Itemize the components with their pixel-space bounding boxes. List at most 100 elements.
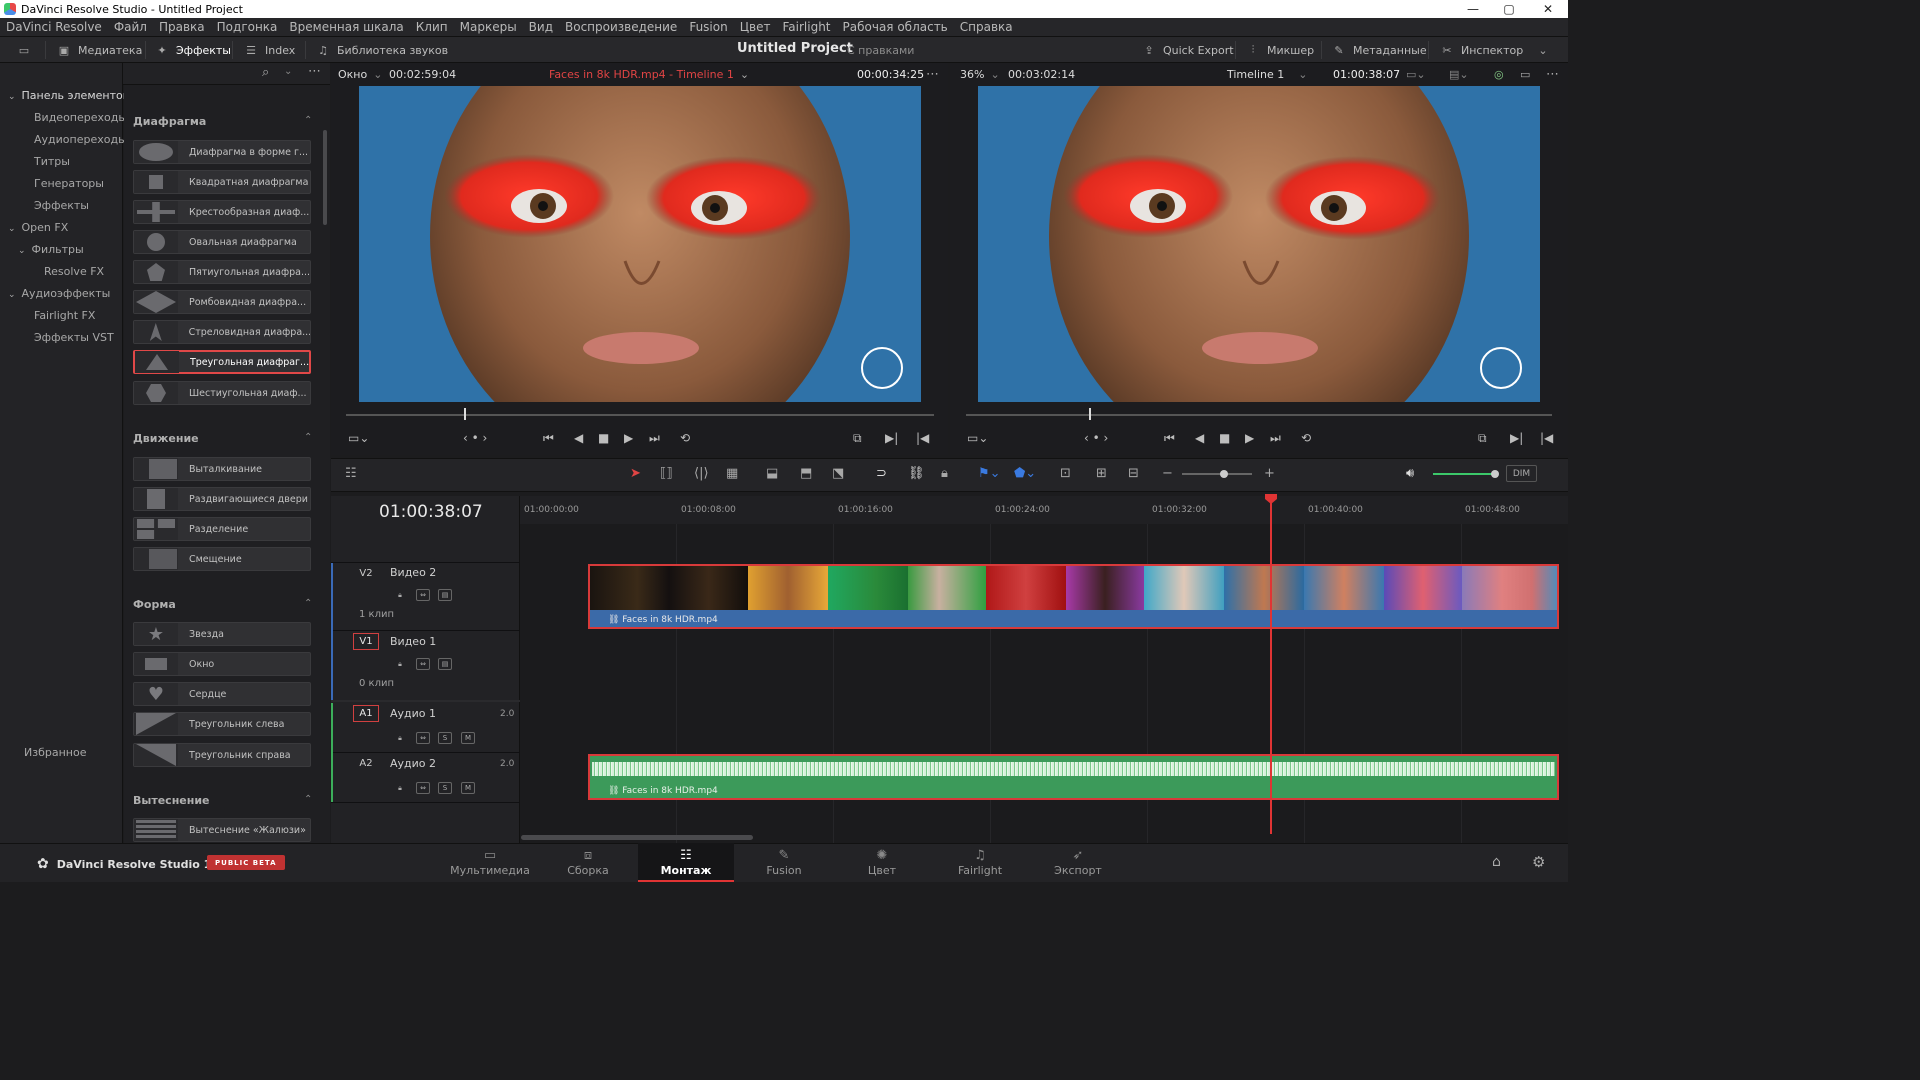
mute-button[interactable]: M <box>461 732 475 744</box>
tree-item-vst[interactable]: Эффекты VST <box>34 331 114 344</box>
viewer-overlay-icon[interactable]: ▭⌄ <box>348 431 369 445</box>
step-back-icon[interactable]: ◀ <box>1195 431 1204 445</box>
menu-davinci[interactable]: DaVinci Resolve <box>0 20 108 34</box>
close-button[interactable]: ✕ <box>1530 0 1566 18</box>
quick-export-button[interactable]: ⇪ Quick Export <box>1141 37 1233 63</box>
mixer-button[interactable]: ⫶ Микшер <box>1245 37 1314 63</box>
speaker-icon[interactable]: 🔊︎ <box>1406 466 1414 481</box>
track-name-a2[interactable]: Аудио 2 <box>390 757 436 770</box>
menu-help[interactable]: Справка <box>954 20 1019 34</box>
menu-file[interactable]: Файл <box>108 20 153 34</box>
source-scrubber-track[interactable] <box>346 414 934 416</box>
blade-tool-icon[interactable]: ▦ <box>726 466 738 481</box>
match-frame-icon[interactable]: ⧉ <box>1478 431 1487 446</box>
menu-workspace[interactable]: Рабочая область <box>837 20 954 34</box>
stop-icon[interactable]: ■ <box>598 431 609 445</box>
insert-clip-icon[interactable]: ⬓ <box>766 466 778 481</box>
menu-playback[interactable]: Воспроизведение <box>559 20 683 34</box>
page-tab-fairlight[interactable]: ♫ Fairlight <box>932 843 1028 882</box>
timeline-dropdown[interactable]: Timeline 1 ⌄ <box>1227 63 1308 85</box>
page-tab-media[interactable]: ▭ Мультимедиа <box>442 843 538 882</box>
mark-in-icon[interactable]: ▶| <box>885 431 898 445</box>
page-tab-fusion[interactable]: ✎ Fusion <box>736 843 832 882</box>
solo-button[interactable]: S <box>438 732 452 744</box>
mark-nav-icon[interactable]: ‹ • › <box>1084 431 1108 445</box>
effect-item[interactable]: Вытеснение «Жалюзи» <box>133 818 311 842</box>
track-enable-icon[interactable]: ▤ <box>438 658 452 670</box>
timeline-scrubber-handle[interactable] <box>1089 408 1092 420</box>
dynamic-trim-icon[interactable]: ⟨|⟩ <box>694 466 709 481</box>
overwrite-clip-icon[interactable]: ⬒ <box>800 466 812 481</box>
toolbar-expand-button[interactable]: ⌄ <box>1535 37 1551 63</box>
track-name-a1[interactable]: Аудио 1 <box>390 707 436 720</box>
effect-item[interactable]: Овальная диафрагма <box>133 230 311 254</box>
viewer-mode-dropdown[interactable]: Окно ⌄ <box>338 63 382 85</box>
tree-item-generators[interactable]: Генераторы <box>34 177 104 190</box>
lock-icon[interactable]: 🔒︎ <box>393 658 407 670</box>
tree-item-filters[interactable]: ⌄ Фильтры <box>18 243 84 256</box>
selection-tool-icon[interactable]: ➤ <box>630 466 641 481</box>
lock-icon[interactable]: 🔒︎ <box>393 782 407 794</box>
sound-library-button[interactable]: ♫ Библиотека звуков <box>315 37 448 63</box>
auto-select-icon[interactable]: ⇔ <box>416 732 430 744</box>
mark-out-icon[interactable]: |◀ <box>1540 431 1553 445</box>
linked-selection-icon[interactable]: ⛓ <box>908 466 925 481</box>
fullscreen-icon[interactable]: ▭ <box>1520 63 1530 85</box>
chevron-down-icon[interactable]: ⌄ <box>284 66 292 77</box>
chevron-up-icon[interactable]: ⌃ <box>304 794 312 805</box>
video-clip[interactable] <box>588 564 1559 629</box>
index-button[interactable]: ☰ Index <box>243 37 295 63</box>
timeline-scrubber-track[interactable] <box>966 414 1552 416</box>
volume-slider[interactable] <box>1433 473 1495 475</box>
replace-clip-icon[interactable]: ⬔ <box>832 466 844 481</box>
lock-icon[interactable]: 🔒︎ <box>393 589 407 601</box>
mark-nav-icon[interactable]: ‹ • › <box>463 431 487 445</box>
loop-icon[interactable]: ⟲ <box>680 431 690 445</box>
play-icon[interactable]: ▶ <box>624 431 633 445</box>
track-id-a2[interactable]: A2 <box>353 755 379 772</box>
effect-item[interactable]: Треугольник слева <box>133 712 311 736</box>
marker-icon[interactable]: ⬟⌄ <box>1014 466 1036 481</box>
timeline-options-icon[interactable]: ☷ <box>345 466 357 481</box>
gear-icon[interactable]: ⚙ <box>1532 853 1545 871</box>
volume-slider-knob[interactable] <box>1491 470 1499 478</box>
track-enable-icon[interactable]: ▤ <box>438 589 452 601</box>
mark-out-icon[interactable]: |◀ <box>916 431 929 445</box>
snapping-icon[interactable]: ⊃ <box>876 466 887 481</box>
tree-item-effects[interactable]: Эффекты <box>34 199 89 212</box>
tree-item-fairlightfx[interactable]: Fairlight FX <box>34 309 95 322</box>
menu-color[interactable]: Цвет <box>734 20 777 34</box>
timeline-scrollbar[interactable] <box>521 835 753 840</box>
tree-item-audio-transitions[interactable]: Аудиопереходы <box>34 133 127 146</box>
mark-in-icon[interactable]: ▶| <box>1510 431 1523 445</box>
chevron-up-icon[interactable]: ⌃ <box>304 115 312 126</box>
auto-select-icon[interactable]: ⇔ <box>416 782 430 794</box>
tree-item-openfx[interactable]: ⌄ Open FX <box>8 221 68 234</box>
zoom-slider-knob[interactable] <box>1220 470 1228 478</box>
skip-to-start-icon[interactable]: ⏮ <box>1164 431 1175 446</box>
dim-button[interactable]: DIM <box>1506 465 1537 482</box>
solo-button[interactable]: S <box>438 782 452 794</box>
page-tab-cut[interactable]: ⧈ Сборка <box>540 843 636 882</box>
auto-select-icon[interactable]: ⇔ <box>416 589 430 601</box>
tree-item-titles[interactable]: Титры <box>34 155 70 168</box>
chevron-up-icon[interactable]: ⌃ <box>304 598 312 609</box>
effects-scrollbar[interactable] <box>323 130 327 225</box>
match-frame-icon[interactable]: ⧉ <box>853 431 862 446</box>
effect-item[interactable]: Диафрагма в форме г... <box>133 140 311 164</box>
minimize-button[interactable]: — <box>1455 0 1491 18</box>
effect-item[interactable]: Шестиугольная диаф... <box>133 381 311 405</box>
effect-item[interactable]: Пятиугольная диафра... <box>133 260 311 284</box>
effect-item[interactable]: Выталкивание <box>133 457 311 481</box>
skip-to-start-icon[interactable]: ⏮ <box>543 431 554 446</box>
effect-item[interactable]: Смещение <box>133 547 311 571</box>
source-video-frame[interactable] <box>359 86 921 402</box>
effect-item[interactable]: Окно <box>133 652 311 676</box>
full-extent-zoom-icon[interactable]: ⊡ <box>1060 466 1071 481</box>
track-id-v2[interactable]: V2 <box>353 565 379 582</box>
media-pool-button[interactable]: ▣ Медиатека <box>56 37 143 63</box>
tree-item-toolbox[interactable]: ⌄ Панель элементов <box>8 89 129 102</box>
menu-clip[interactable]: Клип <box>410 20 454 34</box>
effect-item[interactable]: Раздвигающиеся двери <box>133 487 311 511</box>
page-tab-deliver[interactable]: ➶ Экспорт <box>1030 843 1126 882</box>
